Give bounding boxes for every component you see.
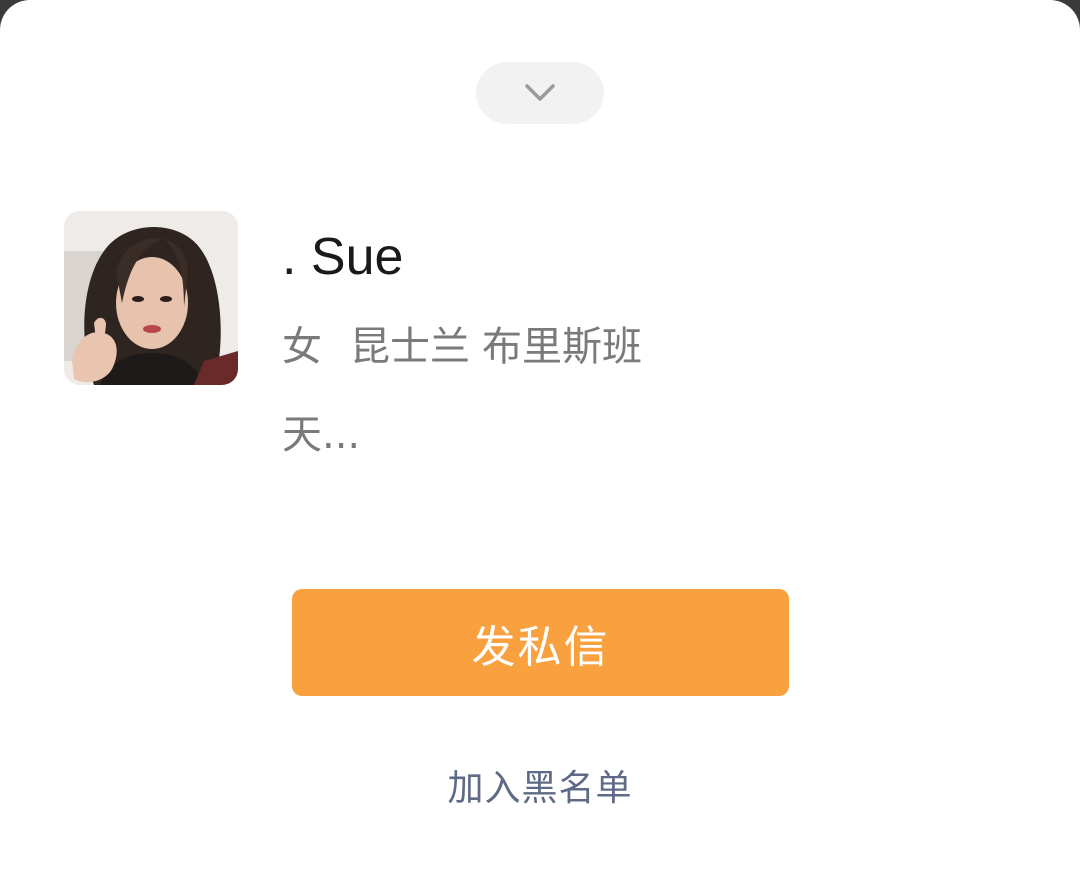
profile-city: 布里斯班 — [482, 324, 642, 370]
send-message-button[interactable]: 发私信 — [292, 589, 789, 696]
collapse-button[interactable] — [476, 62, 604, 124]
chevron-down-icon — [524, 83, 556, 103]
profile-name: . Sue — [282, 228, 404, 286]
profile-bottom-sheet: . Sue 女昆士兰 布里斯班 天... 发私信 加入黑名单 — [0, 0, 1080, 878]
profile-meta: 女昆士兰 布里斯班 — [282, 322, 642, 372]
profile-province: 昆士兰 — [350, 324, 470, 370]
add-to-blacklist-link[interactable]: 加入黑名单 — [0, 762, 1080, 816]
profile-gender: 女 — [282, 324, 322, 370]
avatar[interactable] — [64, 211, 238, 385]
profile-bio: 天... — [282, 412, 361, 458]
